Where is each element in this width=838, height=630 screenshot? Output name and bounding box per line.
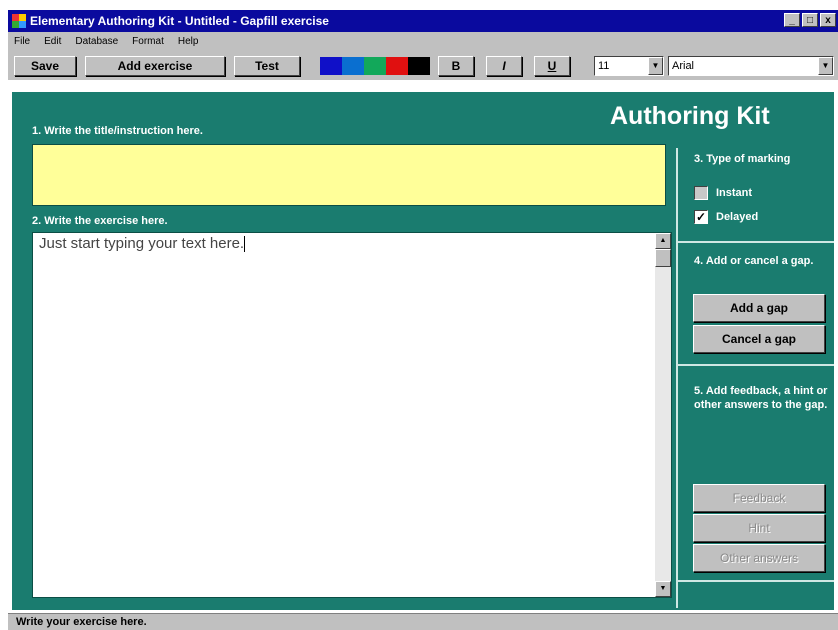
step2-label: 2. Write the exercise here. [32,215,168,227]
menu-edit[interactable]: Edit [37,36,68,47]
text-cursor [244,236,246,253]
status-bar: Write your exercise here. [8,613,838,630]
app-window: Elementary Authoring Kit - Untitled - Ga… [8,10,838,630]
exercise-textarea[interactable]: Just start typing your text here. ▲ ▼ [32,232,672,598]
hint-button[interactable]: Hint [693,514,825,542]
close-button[interactable]: x [820,13,836,27]
italic-button[interactable]: I [486,56,522,76]
scroll-up-icon[interactable]: ▲ [655,233,671,249]
side-divider [676,148,678,608]
scroll-thumb[interactable] [655,249,671,267]
step1-label: 1. Write the title/instruction here. [32,125,203,137]
color-swatch-light-blue[interactable] [342,57,364,75]
delayed-option[interactable]: ✓ Delayed [694,210,758,224]
color-swatch-red[interactable] [386,57,408,75]
step3-label: 3. Type of marking [694,153,791,165]
font-size-select[interactable]: 11 ▼ [594,56,664,76]
toolbar: Save Add exercise Test B I U 11 ▼ Arial … [8,50,838,80]
menu-database[interactable]: Database [68,36,125,47]
other-answers-button[interactable]: Other answers [693,544,825,572]
delayed-checkbox[interactable]: ✓ [694,210,708,224]
app-icon [12,14,26,28]
menu-file[interactable]: File [8,36,37,47]
step5-label: 5. Add feedback, a hint or other answers… [694,385,828,411]
instant-option[interactable]: Instant [694,186,752,200]
vertical-scrollbar[interactable]: ▲ ▼ [655,233,671,597]
title-bar[interactable]: Elementary Authoring Kit - Untitled - Ga… [8,10,838,32]
font-name-value: Arial [672,60,695,72]
color-swatch-blue[interactable] [320,57,342,75]
add-gap-button[interactable]: Add a gap [693,294,825,322]
test-button[interactable]: Test [234,56,300,76]
title-input[interactable] [32,144,666,206]
menu-help[interactable]: Help [171,36,206,47]
menu-bar: File Edit Database Format Help [8,32,205,50]
add-exercise-button[interactable]: Add exercise [85,56,225,76]
page-title: Authoring Kit [610,102,770,130]
maximize-button[interactable]: □ [802,13,818,27]
cancel-gap-button[interactable]: Cancel a gap [693,325,825,353]
step4-label: 4. Add or cancel a gap. [694,255,814,267]
instant-label: Instant [716,187,753,199]
save-button[interactable]: Save [14,56,76,76]
color-swatch-black[interactable] [408,57,430,75]
feedback-button[interactable]: Feedback [693,484,825,512]
authoring-panel: Authoring Kit 1. Write the title/instruc… [12,92,834,610]
section-divider [678,364,834,366]
font-name-select[interactable]: Arial ▼ [668,56,834,76]
section-divider [678,580,834,582]
instant-checkbox[interactable] [694,186,708,200]
scroll-down-icon[interactable]: ▼ [655,581,671,597]
font-name-dropdown-icon[interactable]: ▼ [818,57,833,75]
delayed-label: Delayed [716,211,759,223]
window-title: Elementary Authoring Kit - Untitled - Ga… [30,14,329,28]
color-swatch-green[interactable] [364,57,386,75]
font-size-value: 11 [598,60,610,72]
section-divider [678,241,834,243]
bold-button[interactable]: B [438,56,474,76]
minimize-button[interactable]: _ [784,13,800,27]
main-area: Authoring Kit 1. Write the title/instruc… [8,80,838,613]
exercise-text: Just start typing your text here. [39,235,245,252]
underline-button[interactable]: U [534,56,570,76]
font-size-dropdown-icon[interactable]: ▼ [648,57,663,75]
menu-format[interactable]: Format [125,36,171,47]
